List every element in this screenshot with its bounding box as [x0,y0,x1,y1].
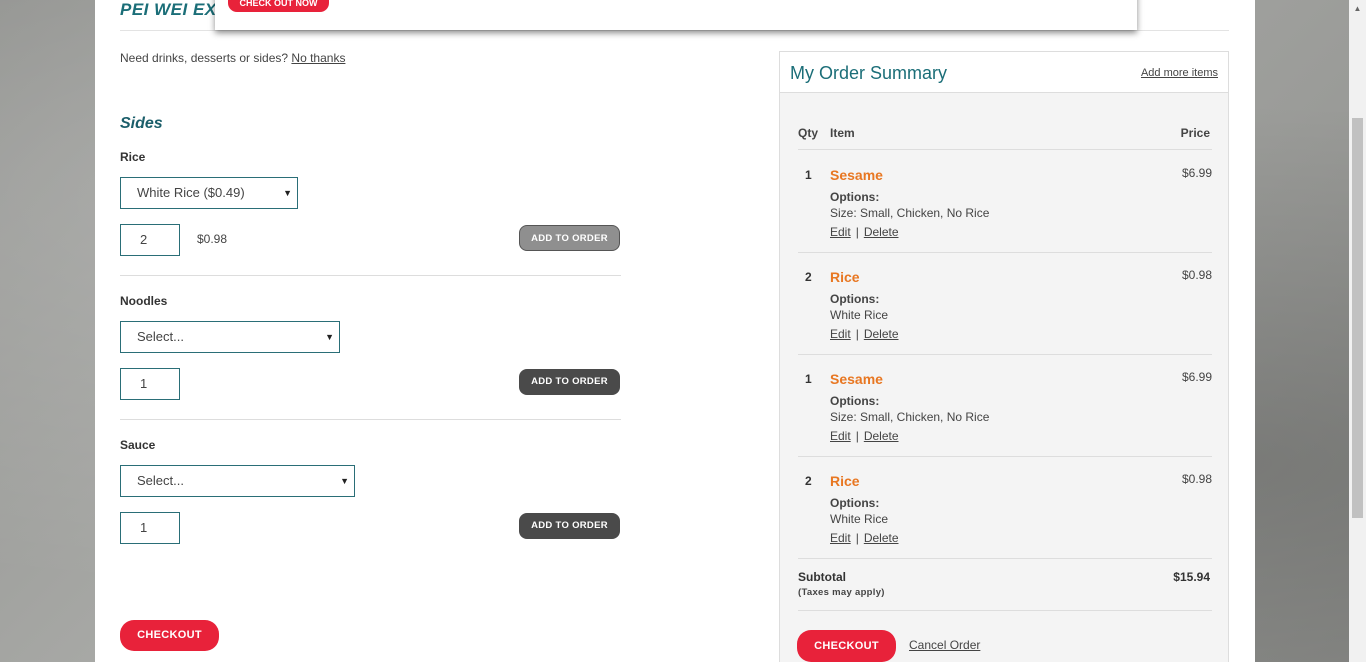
delete-link[interactable]: Delete [864,429,899,443]
order-row-price: $6.99 [1181,166,1212,180]
dropdown-arrow-icon: ▼ [340,476,349,486]
taxes-note: (Taxes may apply) [798,587,885,598]
item-column-header: Item [830,126,855,140]
order-row: 2 Rice Options: White Rice Edit | Delete $… [798,462,1212,564]
divider [120,419,621,420]
qty-column-header: Qty [798,126,819,140]
order-row-qty: 1 [805,372,812,386]
noodles-label: Noodles [120,294,168,308]
order-summary-title: My Order Summary [790,63,948,83]
rice-quantity-input[interactable]: 2 [120,224,180,256]
options-label: Options: [830,394,880,408]
order-row-options: White Rice [830,308,889,322]
order-row-name: Sesame [830,371,883,387]
order-row-qty: 2 [805,270,812,284]
subtotal-value: $15.94 [1173,570,1210,584]
summary-checkout-button[interactable]: CHECKOUT [797,630,896,662]
order-row-actions: Edit | Delete [830,327,899,341]
order-row-name: Rice [830,269,860,285]
sauce-quantity-input[interactable]: 1 [120,512,180,544]
no-thanks-link[interactable]: No thanks [291,51,345,65]
order-row-price: $0.98 [1181,472,1212,486]
divider [798,252,1212,253]
order-row-actions: Edit | Delete [830,225,899,239]
dropdown-arrow-icon: ▼ [325,332,334,342]
link-separator: | [855,327,859,341]
sauce-select-value: Select... [137,473,184,488]
edit-link[interactable]: Edit [830,429,851,443]
scrollbar-thumb[interactable] [1352,118,1363,518]
checkout-button[interactable]: CHECKOUT [120,620,219,651]
delete-link[interactable]: Delete [864,531,899,545]
order-row-price: $6.99 [1181,370,1212,384]
order-row-options: Size: Small, Chicken, No Rice [830,410,990,424]
sauce-label: Sauce [120,438,156,452]
noodles-quantity-input[interactable]: 1 [120,368,180,400]
divider [798,456,1212,457]
order-row-actions: Edit | Delete [830,531,899,545]
subtotal-label: Subtotal [798,570,846,584]
order-row: 1 Sesame Options: Size: Small, Chicken, … [798,156,1212,258]
link-separator: | [855,225,859,239]
scroll-up-arrow-icon[interactable]: ▲ [1349,0,1366,17]
rice-select[interactable]: White Rice ($0.49) ▼ [120,177,298,209]
order-row-name: Sesame [830,167,883,183]
order-row-name: Rice [830,473,860,489]
order-row-options: White Rice [830,512,889,526]
order-row-actions: Edit | Delete [830,429,899,443]
order-row-options: Size: Small, Chicken, No Rice [830,206,990,220]
delete-link[interactable]: Delete [864,225,899,239]
sides-heading: Sides [120,115,163,132]
options-label: Options: [830,190,880,204]
order-row: 1 Sesame Options: Size: Small, Chicken, … [798,360,1212,462]
sauce-select[interactable]: Select... ▼ [120,465,355,497]
order-row: 2 Rice Options: White Rice Edit | Delete $… [798,258,1212,360]
upsell-text: Need drinks, desserts or sides? [120,51,289,65]
checkout-popup: CHECK OUT NOW [215,0,1137,30]
order-summary-panel: Qty Item Price 1 Sesame Options: Size: S… [779,93,1229,662]
divider [120,275,621,276]
order-summary-header: My Order Summary Add more items [779,51,1229,93]
rice-add-to-order-button[interactable]: ADD TO ORDER [519,225,620,251]
divider [798,558,1212,559]
noodles-select-value: Select... [137,329,184,344]
rice-price: $0.98 [197,232,228,246]
edit-link[interactable]: Edit [830,531,851,545]
divider [798,149,1212,150]
divider [798,610,1212,611]
sauce-add-to-order-button[interactable]: ADD TO ORDER [519,513,620,539]
rice-label: Rice [120,150,146,164]
upsell-prompt: Need drinks, desserts or sides? No thank… [120,51,345,65]
order-row-qty: 2 [805,474,812,488]
noodles-add-to-order-button[interactable]: ADD TO ORDER [519,369,620,395]
edit-link[interactable]: Edit [830,327,851,341]
add-more-items-link[interactable]: Add more items [1141,67,1218,79]
dropdown-arrow-icon: ▼ [283,188,292,198]
main-page: PEI WEI EXTI CHECK OUT NOW Need drinks, … [95,0,1255,662]
noodles-select[interactable]: Select... ▼ [120,321,340,353]
delete-link[interactable]: Delete [864,327,899,341]
check-out-now-button[interactable]: CHECK OUT NOW [228,0,329,12]
cancel-order-link[interactable]: Cancel Order [909,638,980,652]
divider [798,354,1212,355]
link-separator: | [855,429,859,443]
link-separator: | [855,531,859,545]
order-row-qty: 1 [805,168,812,182]
vertical-scrollbar[interactable]: ▲ [1349,0,1366,662]
options-label: Options: [830,292,880,306]
top-divider [120,30,1229,31]
order-row-price: $0.98 [1181,268,1212,282]
price-column-header: Price [1180,126,1210,140]
rice-select-value: White Rice ($0.49) [137,185,245,200]
edit-link[interactable]: Edit [830,225,851,239]
options-label: Options: [830,496,880,510]
